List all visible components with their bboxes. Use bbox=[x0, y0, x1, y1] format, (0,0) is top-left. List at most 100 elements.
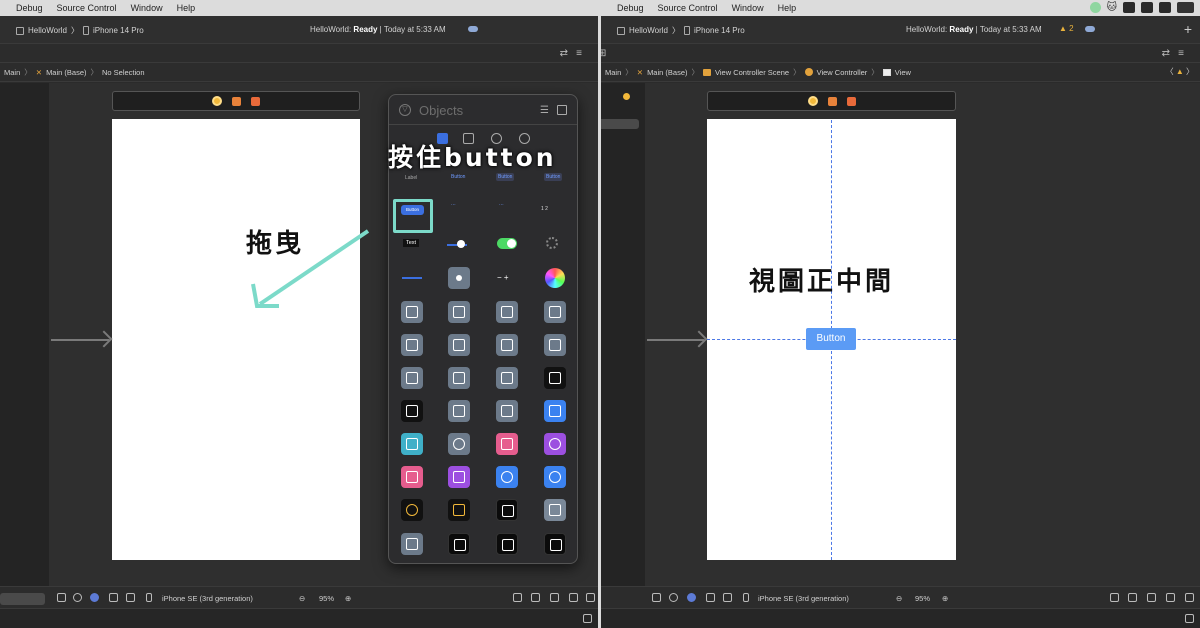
outline-selected-row[interactable] bbox=[601, 119, 639, 129]
jump-item-main-base[interactable]: Main (Base) bbox=[647, 68, 687, 77]
menu-debug[interactable]: Debug bbox=[617, 3, 644, 13]
zoom-out-icon[interactable]: ⊖ bbox=[299, 594, 305, 603]
zoom-in-icon[interactable]: ⊕ bbox=[942, 594, 948, 603]
navigation-icon[interactable] bbox=[496, 499, 518, 521]
metal-view-icon[interactable] bbox=[401, 433, 423, 455]
navigation-bar-icon[interactable] bbox=[448, 533, 470, 555]
device-selector[interactable]: iPhone SE (3rd generation) bbox=[162, 594, 253, 603]
spritekit-view-icon[interactable] bbox=[544, 433, 566, 455]
outline-toggle-icon[interactable] bbox=[652, 593, 661, 602]
panel-toggle-icon[interactable] bbox=[1185, 614, 1194, 623]
split-view-icon[interactable] bbox=[448, 301, 470, 323]
view-controller-icon[interactable] bbox=[807, 96, 818, 106]
resolve-issues-icon[interactable] bbox=[569, 593, 578, 602]
orientation-icon[interactable] bbox=[706, 593, 715, 602]
switch-object[interactable] bbox=[497, 238, 517, 249]
swap-icon[interactable]: ⇄ bbox=[1162, 48, 1170, 59]
lines-icon[interactable]: ≡ bbox=[1178, 48, 1184, 59]
appearance-icon[interactable] bbox=[687, 593, 696, 602]
jump-item-main-base[interactable]: Main (Base) bbox=[46, 68, 86, 77]
scheme-selector[interactable]: HelloWorld 〉 iPhone 14 Pro bbox=[16, 25, 144, 36]
picker-view-icon[interactable] bbox=[401, 400, 423, 422]
jump-item-view-controller[interactable]: View Controller bbox=[817, 68, 868, 77]
jump-item-main[interactable]: Main bbox=[605, 68, 621, 77]
jump-item-selection[interactable]: No Selection bbox=[102, 68, 145, 77]
date-picker-icon[interactable] bbox=[544, 367, 566, 389]
update-frames-icon[interactable] bbox=[1110, 593, 1119, 602]
stack-view-icon[interactable] bbox=[401, 533, 423, 555]
page-control-object[interactable] bbox=[448, 267, 470, 289]
layout-icon[interactable] bbox=[126, 593, 135, 602]
view-controller-canvas[interactable] bbox=[112, 119, 360, 560]
warning-badge[interactable]: ▲ 2 bbox=[1059, 24, 1074, 33]
avkit-view-icon[interactable] bbox=[496, 433, 518, 455]
device-icon[interactable] bbox=[743, 593, 749, 602]
embed-icon[interactable] bbox=[586, 593, 595, 602]
add-icon[interactable]: + bbox=[1184, 21, 1192, 37]
list-view-icon[interactable]: ☰ bbox=[540, 105, 549, 116]
progress-view-object[interactable] bbox=[402, 277, 422, 279]
arkit-scenekit-icon[interactable] bbox=[401, 466, 423, 488]
button-object[interactable]: Button bbox=[401, 205, 424, 215]
first-responder-icon[interactable] bbox=[232, 96, 241, 106]
tab-bar-icon[interactable] bbox=[544, 533, 566, 555]
gesture-icon[interactable] bbox=[401, 499, 423, 521]
table-cell-icon[interactable] bbox=[544, 301, 566, 323]
update-frames-icon[interactable] bbox=[513, 593, 522, 602]
segmented-control-object[interactable]: 1 2 bbox=[541, 206, 548, 212]
orientation-icon[interactable] bbox=[109, 593, 118, 602]
menu-debug[interactable]: Debug bbox=[16, 3, 43, 13]
grid-view-icon[interactable] bbox=[557, 105, 567, 115]
menu-source-control[interactable]: Source Control bbox=[658, 3, 718, 13]
swap-icon[interactable]: ⇄ bbox=[560, 48, 568, 59]
align-icon[interactable] bbox=[1128, 593, 1137, 602]
add-constraints-icon[interactable] bbox=[550, 593, 559, 602]
back-chevron-icon[interactable] bbox=[496, 533, 518, 555]
view-controller-icon[interactable] bbox=[623, 93, 630, 100]
issue-navigator-arrows[interactable]: 〈 ▲ 〉 bbox=[1166, 66, 1194, 77]
collection-cell-icon[interactable] bbox=[544, 334, 566, 356]
container-view-icon[interactable] bbox=[496, 400, 518, 422]
document-icon[interactable] bbox=[401, 301, 423, 323]
pull-down-button-object[interactable]: ⋯ bbox=[499, 202, 504, 208]
jump-item-scene[interactable]: View Controller Scene bbox=[715, 68, 789, 77]
zoom-in-icon[interactable]: ⊕ bbox=[345, 594, 351, 603]
placed-button[interactable]: Button bbox=[806, 328, 856, 350]
add-constraints-icon[interactable] bbox=[1147, 593, 1156, 602]
filter-icon[interactable]: ▽ bbox=[399, 104, 411, 116]
button-object-filled[interactable]: Button bbox=[544, 173, 563, 181]
embed-icon[interactable] bbox=[1185, 593, 1194, 602]
pinch-gesture-icon[interactable] bbox=[448, 499, 470, 521]
cloud-icon[interactable] bbox=[1085, 26, 1095, 32]
storyboard-canvas[interactable]: Button 視圖正中間 bbox=[645, 83, 1200, 586]
grid-object-icon[interactable] bbox=[401, 367, 423, 389]
lines-icon[interactable]: ≡ bbox=[576, 48, 582, 59]
table-view-icon[interactable] bbox=[496, 301, 518, 323]
menu-source-control[interactable]: Source Control bbox=[57, 3, 117, 13]
appearance-icon[interactable] bbox=[90, 593, 99, 602]
panel-toggle-icon[interactable] bbox=[583, 614, 592, 623]
image-view-icon[interactable] bbox=[448, 334, 470, 356]
add-editor-icon[interactable]: ⊞ bbox=[601, 48, 606, 59]
menu-window[interactable]: Window bbox=[732, 3, 764, 13]
button-object-plain[interactable]: Button bbox=[451, 174, 465, 180]
activity-indicator-object[interactable] bbox=[546, 237, 558, 249]
zoom-out-icon[interactable]: ⊖ bbox=[896, 594, 902, 603]
outline-filter[interactable] bbox=[0, 593, 45, 605]
cloud-icon[interactable] bbox=[468, 26, 478, 32]
safari-icon[interactable] bbox=[544, 466, 566, 488]
stepper-object[interactable]: − + bbox=[497, 273, 509, 282]
first-responder-icon[interactable] bbox=[827, 96, 837, 106]
layout-icon[interactable] bbox=[723, 593, 732, 602]
outline-toggle-icon[interactable] bbox=[57, 593, 66, 602]
toolbar-object-icon[interactable] bbox=[401, 334, 423, 356]
menu-help[interactable]: Help bbox=[778, 3, 797, 13]
color-well-object[interactable] bbox=[545, 268, 565, 288]
jump-item-main[interactable]: Main bbox=[4, 68, 20, 77]
menu-window[interactable]: Window bbox=[131, 3, 163, 13]
web-view-icon[interactable] bbox=[496, 466, 518, 488]
jump-item-view[interactable]: View bbox=[895, 68, 911, 77]
text-view-icon[interactable] bbox=[448, 367, 470, 389]
visual-effect-icon[interactable] bbox=[448, 400, 470, 422]
scene-view-icon[interactable] bbox=[448, 433, 470, 455]
